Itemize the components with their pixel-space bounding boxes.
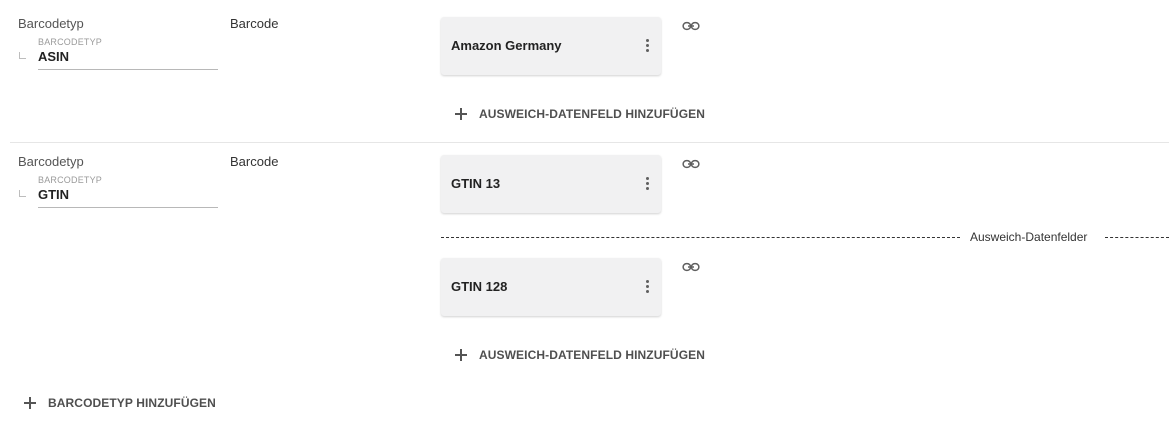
link-icon[interactable] — [682, 20, 700, 32]
data-field-card[interactable]: GTIN 13 — [441, 155, 661, 213]
more-vert-icon[interactable] — [645, 39, 649, 55]
fallback-divider-line-right — [1105, 237, 1169, 238]
barcode-type-select-value: ASIN — [38, 49, 70, 64]
data-field-card-label: Amazon Germany — [451, 38, 562, 53]
add-fallback-field-button[interactable]: AUSWEICH-DATENFELD HINZUFÜGEN — [455, 348, 705, 362]
add-fallback-field-button[interactable]: AUSWEICH-DATENFELD HINZUFÜGEN — [455, 107, 705, 121]
barcode-type-label: Barcodetyp — [18, 154, 84, 169]
barcode-type-select-label: BARCODETYP — [38, 37, 103, 47]
corner-indent-icon — [19, 52, 26, 59]
corner-indent-icon — [19, 190, 26, 197]
barcode-type-select[interactable]: BARCODETYP ASIN — [38, 37, 218, 70]
add-barcode-type-label: BARCODETYP HINZUFÜGEN — [48, 396, 216, 410]
add-fallback-field-label: AUSWEICH-DATENFELD HINZUFÜGEN — [479, 107, 705, 121]
fallback-divider-label: Ausweich-Datenfelder — [961, 230, 1097, 244]
fallback-field-card[interactable]: GTIN 128 — [441, 258, 661, 316]
data-field-card[interactable]: Amazon Germany — [441, 17, 661, 75]
select-underline — [38, 207, 218, 208]
plus-icon — [455, 349, 467, 361]
barcode-field-label: Barcode — [230, 16, 279, 31]
select-underline — [38, 69, 218, 70]
barcode-field-label: Barcode — [230, 154, 279, 169]
data-field-card-label: GTIN 13 — [451, 176, 501, 191]
add-fallback-field-label: AUSWEICH-DATENFELD HINZUFÜGEN — [479, 348, 705, 362]
fallback-field-card-label: GTIN 128 — [451, 279, 508, 294]
more-vert-icon[interactable] — [645, 280, 649, 296]
barcode-type-select-value: GTIN — [38, 187, 70, 202]
link-icon[interactable] — [682, 158, 700, 170]
more-vert-icon[interactable] — [645, 177, 649, 193]
row-divider — [10, 142, 1169, 143]
fallback-divider-line-left — [441, 237, 960, 238]
link-icon[interactable] — [682, 261, 700, 273]
barcode-type-select-label: BARCODETYP — [38, 175, 103, 185]
barcode-type-label: Barcodetyp — [18, 16, 84, 31]
plus-icon — [455, 108, 467, 120]
plus-icon — [24, 397, 36, 409]
add-barcode-type-button[interactable]: BARCODETYP HINZUFÜGEN — [24, 396, 216, 410]
barcode-type-select[interactable]: BARCODETYP GTIN — [38, 175, 218, 208]
